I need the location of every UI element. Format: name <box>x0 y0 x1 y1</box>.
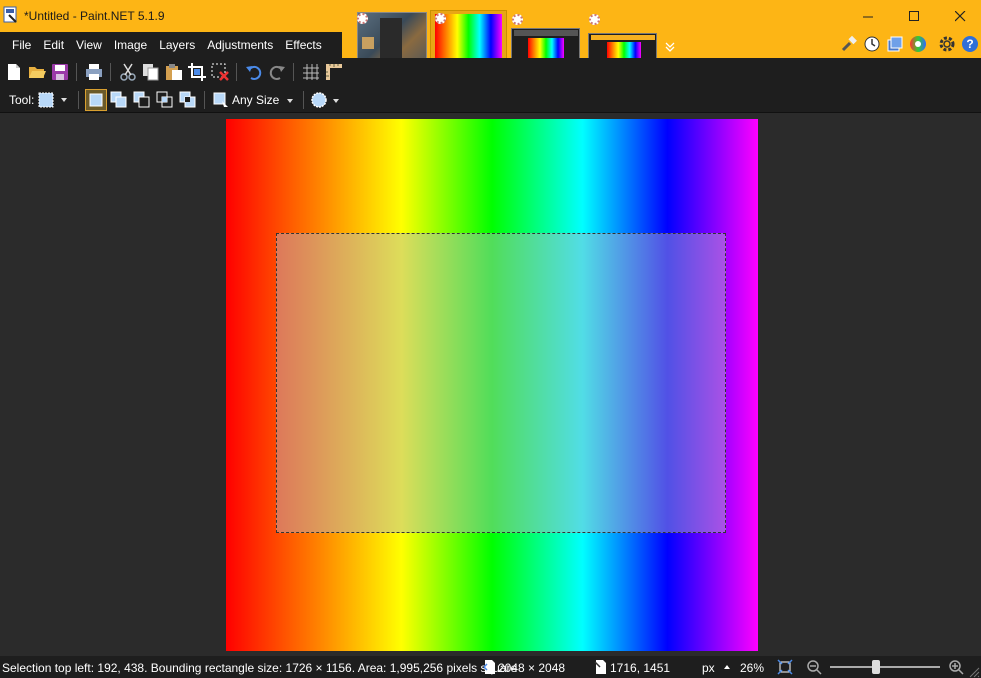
ruler-icon[interactable] <box>325 63 343 81</box>
menu-adjustments[interactable]: Adjustments <box>201 32 279 58</box>
redo-icon[interactable] <box>268 63 286 81</box>
dropdown-arrow-icon <box>333 99 339 103</box>
maximize-icon <box>908 10 919 21</box>
undo-icon[interactable] <box>245 63 263 81</box>
svg-text:?: ? <box>966 37 973 51</box>
toolbar-separator <box>76 63 77 81</box>
selection-mode-replace-icon <box>89 93 103 107</box>
unsaved-indicator-icon <box>589 14 600 25</box>
toolbar-separator <box>204 91 205 109</box>
menu-bar: File Edit View Image Layers Adjustments … <box>0 32 342 58</box>
tool-options-bar: Tool: Any Size <box>0 86 981 113</box>
open-icon[interactable] <box>28 63 46 81</box>
close-button[interactable] <box>937 0 981 32</box>
selection-size-label: Any Size <box>232 93 280 107</box>
selection-rectangle[interactable] <box>276 233 726 533</box>
history-window-button[interactable] <box>863 35 881 53</box>
menu-effects[interactable]: Effects <box>279 32 327 58</box>
selection-mode-replace-button[interactable] <box>85 89 107 111</box>
cursor-position-icon <box>594 660 606 674</box>
close-icon <box>954 10 965 21</box>
zoom-slider-track[interactable] <box>830 666 940 668</box>
zoom-in-icon[interactable] <box>948 659 964 675</box>
app-icon <box>3 6 17 23</box>
resize-grip-icon[interactable] <box>968 666 980 678</box>
menu-file[interactable]: File <box>6 32 37 58</box>
new-icon[interactable] <box>5 63 23 81</box>
history-icon <box>864 36 880 52</box>
fixed-size-icon <box>213 92 228 107</box>
unsaved-indicator-icon <box>435 13 446 24</box>
antialias-icon <box>311 92 327 108</box>
paste-icon[interactable] <box>165 63 183 81</box>
dropdown-arrow-icon <box>287 99 293 103</box>
selection-info: Selection top left: 192, 438. Bounding r… <box>2 661 518 675</box>
cut-icon[interactable] <box>119 63 137 81</box>
minimize-button[interactable] <box>845 0 891 32</box>
toolbar-separator <box>78 91 79 109</box>
toolbar-separator <box>236 63 237 81</box>
print-icon[interactable] <box>85 63 103 81</box>
menu-view[interactable]: View <box>70 32 108 58</box>
dropdown-arrow-icon <box>61 98 67 102</box>
toolbar-separator <box>303 91 304 109</box>
crop-icon[interactable] <box>188 63 206 81</box>
minimize-icon <box>862 16 873 17</box>
image-size-icon <box>483 660 495 674</box>
grid-icon[interactable] <box>302 63 320 81</box>
status-bar: Selection top left: 192, 438. Bounding r… <box>0 656 981 678</box>
chevron-up-icon[interactable] <box>723 664 731 670</box>
toolbar-separator <box>293 63 294 81</box>
zoom-to-window-icon[interactable] <box>777 659 793 675</box>
more-images-button[interactable] <box>664 40 676 52</box>
toolbar-separator <box>110 63 111 81</box>
rectangle-select-icon <box>38 92 54 108</box>
zoom-level[interactable]: 26% <box>740 661 764 675</box>
main-toolbar <box>0 58 981 86</box>
tools-window-button[interactable] <box>840 35 858 53</box>
deselect-icon[interactable] <box>211 63 229 81</box>
tool-label: Tool: <box>9 93 35 107</box>
colors-icon <box>910 36 926 52</box>
image-size: 2048 × 2048 <box>498 661 566 675</box>
tool-selector[interactable] <box>37 90 71 110</box>
selection-mode-intersect-icon[interactable] <box>156 91 174 109</box>
help-icon: ? <box>962 36 978 52</box>
canvas-workspace[interactable] <box>0 114 981 656</box>
selection-mode-union-icon[interactable] <box>110 91 128 109</box>
zoom-out-icon[interactable] <box>806 659 822 675</box>
zoom-slider-thumb[interactable] <box>872 660 880 674</box>
selection-mode-exclude-icon[interactable] <box>133 91 151 109</box>
window-title: *Untitled - Paint.NET 5.1.9 <box>24 9 165 23</box>
tools-icon <box>841 35 857 52</box>
colors-window-button[interactable] <box>909 35 927 53</box>
selection-mode-invert-icon[interactable] <box>179 91 197 109</box>
menu-layers[interactable]: Layers <box>153 32 201 58</box>
chevron-down-icon <box>665 42 675 52</box>
maximize-button[interactable] <box>891 0 937 32</box>
layers-window-button[interactable] <box>886 35 904 53</box>
cursor-position: 1716, 1451 <box>610 661 671 675</box>
units-selector[interactable]: px <box>702 661 715 675</box>
antialiasing-dropdown[interactable] <box>309 89 341 111</box>
image-canvas[interactable] <box>226 119 758 651</box>
paintnet-window: *Untitled - Paint.NET 5.1.9 File Edit Vi… <box>0 0 981 678</box>
menu-edit[interactable]: Edit <box>37 32 70 58</box>
settings-icon <box>939 36 955 52</box>
help-button[interactable]: ? <box>961 35 979 53</box>
menu-image[interactable]: Image <box>108 32 153 58</box>
unsaved-indicator-icon <box>357 13 368 24</box>
copy-icon[interactable] <box>142 63 160 81</box>
layers-icon <box>887 36 903 52</box>
unsaved-indicator-icon <box>512 14 523 25</box>
save-icon[interactable] <box>51 63 69 81</box>
settings-button[interactable] <box>938 35 956 53</box>
